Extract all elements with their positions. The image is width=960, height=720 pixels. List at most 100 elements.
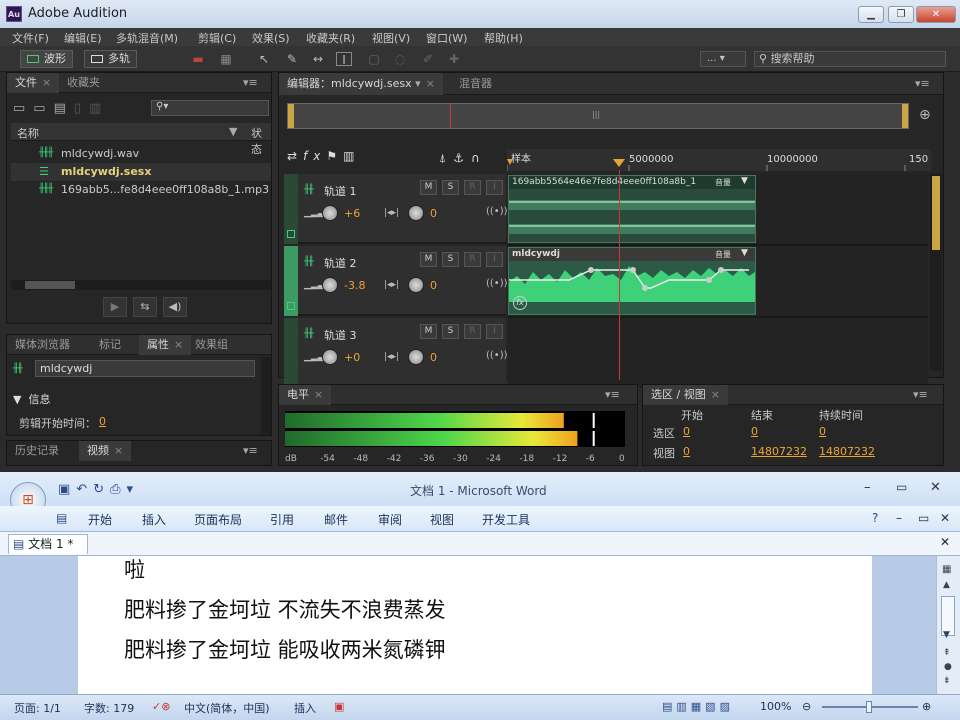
tab-markers[interactable]: 标记 [91, 335, 129, 355]
audio-clip[interactable]: 169abb5564e46e7fe8d4eee0ff108a8b_1 音量 ▼ [508, 175, 756, 243]
page-indicator[interactable]: 页面: 1/1 [14, 700, 61, 716]
undo-icon[interactable]: ↶ [76, 482, 93, 497]
ribbon-tab-view[interactable]: 视图 [430, 511, 454, 528]
files-filter-input[interactable]: ⚲▾ [151, 100, 269, 116]
eq-icon[interactable]: ▥ [343, 149, 360, 163]
ribbon-tab-mailings[interactable]: 邮件 [324, 511, 348, 528]
panel-menu-icon[interactable]: ▾≡ [915, 77, 930, 90]
menu-window[interactable]: 窗口(W) [426, 30, 467, 46]
pan-value[interactable]: 0 [430, 279, 437, 292]
import-icon[interactable]: ▭ [33, 101, 53, 116]
chevron-down-icon[interactable]: ▼ [741, 248, 748, 258]
healing-tool-icon[interactable]: ✚ [446, 52, 462, 66]
time-selection-tool-icon[interactable]: I [336, 52, 352, 67]
scroll-down-icon[interactable]: ▼ [943, 630, 950, 640]
document-tab[interactable]: ▤ 文档 1 * [8, 534, 88, 554]
panel-menu-icon[interactable]: ▾≡ [243, 444, 258, 457]
volume-value[interactable]: +6 [344, 207, 360, 220]
brush-tool-icon[interactable]: ✐ [420, 52, 436, 66]
track-name[interactable]: 轨道 3 [324, 327, 357, 343]
minimize-button[interactable]: ▁ [858, 6, 884, 23]
save-icon[interactable]: ▣ [58, 482, 76, 497]
volume-knob[interactable] [322, 277, 338, 293]
output-icon[interactable]: ((•)) [486, 350, 508, 361]
record-arm-button[interactable]: R [464, 252, 481, 267]
restore-button[interactable]: ❐ [888, 6, 914, 23]
record-arm-button[interactable]: R [464, 324, 481, 339]
monitor-input-button[interactable]: I [486, 180, 503, 195]
panel-menu-icon[interactable]: ▾≡ [243, 76, 258, 89]
tab-mixer[interactable]: 混音器 [451, 73, 500, 95]
text-line[interactable]: 肥料掺了金坷垃 不流失不浪费蒸发 [124, 594, 446, 624]
solo-button[interactable]: S [442, 180, 459, 195]
zoom-slider[interactable] [822, 701, 918, 713]
properties-scrollbar[interactable] [261, 357, 271, 435]
insert-icon[interactable]: ▯ [74, 101, 89, 116]
track-3[interactable]: ╫╫ 轨道 3 M S R I ▁▂▃ +0 |◂▸| 0 ((•)) [284, 318, 508, 388]
tab-properties[interactable]: 属性 × [139, 335, 192, 355]
insert-mode-indicator[interactable]: 插入 [294, 700, 316, 716]
text-line[interactable]: 啦 [124, 554, 145, 584]
pan-knob[interactable] [408, 277, 424, 293]
selection-end-value[interactable]: 0 [751, 425, 758, 438]
move-tool-icon[interactable]: ↖ [256, 52, 272, 66]
magnet-icon[interactable]: ∩ [471, 151, 487, 165]
volume-knob[interactable] [322, 349, 338, 365]
solo-button[interactable]: S [442, 324, 459, 339]
menu-effects[interactable]: 效果(S) [252, 30, 290, 46]
info-section-header[interactable]: ▼ 信息 [13, 391, 50, 407]
redo-icon[interactable]: ↻ [93, 482, 110, 497]
help-icon[interactable]: ? [872, 511, 878, 525]
view-duration-value[interactable]: 14807232 [819, 445, 875, 458]
customize-qat-icon[interactable]: ▾ [127, 482, 140, 497]
files-hscrollbar[interactable] [11, 280, 271, 290]
track-select-checkbox[interactable] [287, 302, 295, 310]
view-start-value[interactable]: 0 [683, 445, 690, 458]
tab-files[interactable]: 文件 × [7, 73, 60, 93]
mute-button[interactable]: M [420, 252, 437, 267]
menu-help[interactable]: 帮助(H) [484, 30, 523, 46]
spectral-view-icon[interactable]: ▬ [190, 52, 206, 66]
track-select-checkbox[interactable] [287, 230, 295, 238]
sort-chevron-icon[interactable]: ▼ [229, 125, 237, 138]
view-mode-icons[interactable]: ▤▥▦▧▨ [662, 700, 734, 713]
output-icon[interactable]: ((•)) [486, 206, 508, 217]
document-vscrollbar[interactable]: ▦ ▲ ▼ ⇞ ● ⇟ [936, 556, 960, 694]
tab-media-browser[interactable]: 媒体浏览器 [7, 335, 78, 355]
track-2[interactable]: ╫╫ 轨道 2 M S R I ▁▂▃ -3.8 |◂▸| 0 ((•)) [284, 246, 508, 316]
open-folder-icon[interactable]: ▭ [13, 101, 33, 116]
slip-tool-icon[interactable]: ↔ [310, 52, 326, 66]
menu-view[interactable]: 视图(V) [372, 30, 410, 46]
pan-value[interactable]: 0 [430, 207, 437, 220]
delete-icon[interactable]: ▥ [89, 101, 109, 116]
ribbon-tab-developer[interactable]: 开发工具 [482, 511, 530, 528]
scroll-up-icon[interactable]: ▲ [943, 580, 950, 590]
zoom-in-icon[interactable]: ⊕ [922, 700, 931, 713]
overview-zoom-bar[interactable]: ||| [287, 103, 909, 129]
timeline-ruler[interactable]: 样本 5000000 10000000 150 [507, 149, 931, 171]
clip-start-value[interactable]: 0 [99, 415, 106, 428]
proofing-icon[interactable]: ✓⊗ [152, 700, 170, 713]
pan-knob[interactable] [408, 205, 424, 221]
multitrack-view-button[interactable]: 多轨 [84, 50, 137, 68]
next-page-icon[interactable]: ⇟ [943, 676, 951, 686]
track-name[interactable]: 轨道 2 [324, 255, 357, 271]
list-item[interactable]: ╫╫╫ 169abb5...fe8d4eee0ff108a8b_1.mp3 [11, 181, 271, 199]
mute-button[interactable]: M [420, 180, 437, 195]
menu-clip[interactable]: 剪辑(C) [198, 30, 236, 46]
clip-fx-icon[interactable]: fx [513, 296, 527, 310]
ribbon-tab-references[interactable]: 引用 [270, 511, 294, 528]
language-indicator[interactable]: 中文(简体，中国) [184, 700, 270, 716]
tab-selection-view[interactable]: 选区 / 视图 × [643, 385, 728, 405]
tab-favorites[interactable]: 收藏夹 [59, 73, 108, 93]
tab-history[interactable]: 历史记录 [7, 441, 67, 461]
doc-restore-icon[interactable]: ▭ [918, 511, 929, 525]
ribbon-tab-insert[interactable]: 插入 [142, 511, 166, 528]
ribbon-tab-layout[interactable]: 页面布局 [194, 511, 242, 528]
view-end-value[interactable]: 14807232 [751, 445, 807, 458]
word-close-button[interactable]: ✕ [930, 480, 941, 495]
tab-editor[interactable]: 编辑器：mldcywdj.sesx ▾ × [279, 73, 443, 95]
monitor-input-button[interactable]: I [486, 252, 503, 267]
ruler-toggle-icon[interactable]: ▦ [942, 564, 951, 575]
menu-edit[interactable]: 编辑(E) [64, 30, 102, 46]
